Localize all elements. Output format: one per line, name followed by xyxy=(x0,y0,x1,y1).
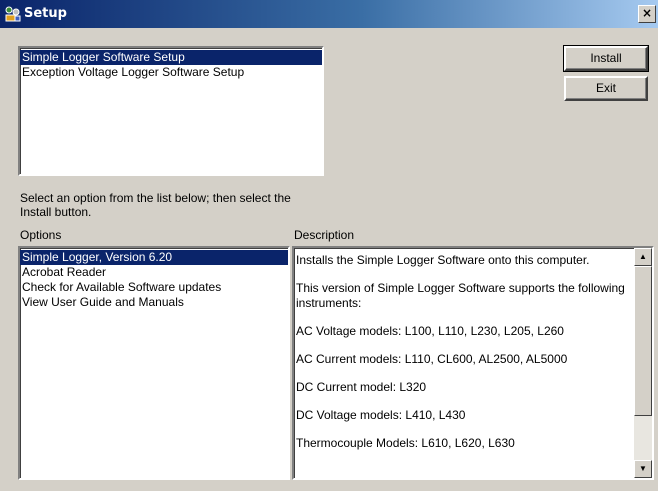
setup-list-item[interactable]: Simple Logger Software Setup xyxy=(20,50,322,65)
install-button[interactable]: Install xyxy=(563,45,649,72)
description-box[interactable]: Installs the Simple Logger Software onto… xyxy=(292,246,654,480)
options-list-item[interactable]: View User Guide and Manuals xyxy=(20,295,288,310)
title-bar[interactable]: Setup × xyxy=(0,0,658,28)
arrow-up-icon: ▲ xyxy=(639,252,647,261)
window-title: Setup xyxy=(24,6,67,21)
options-list-item[interactable]: Acrobat Reader xyxy=(20,265,288,280)
scroll-up-button[interactable]: ▲ xyxy=(634,248,652,266)
description-paragraph: AC Voltage models: L100, L110, L230, L20… xyxy=(296,324,564,338)
options-list-item[interactable]: Simple Logger, Version 6.20 xyxy=(20,250,288,265)
description-label: Description xyxy=(294,228,355,242)
options-list[interactable]: Simple Logger, Version 6.20 Acrobat Read… xyxy=(18,246,290,480)
exit-button-label: Exit xyxy=(595,81,616,95)
description-paragraph: Installs the Simple Logger Software onto… xyxy=(296,253,590,267)
description-paragraph: This version of Simple Logger Software s… xyxy=(296,281,625,310)
description-paragraph: DC Current model: L320 xyxy=(296,380,427,394)
scroll-down-button[interactable]: ▼ xyxy=(634,460,652,478)
description-paragraph: Thermocouple Models: L610, L620, L630 xyxy=(296,436,515,450)
scroll-thumb[interactable] xyxy=(634,266,652,416)
description-scrollbar[interactable]: ▲ ▼ xyxy=(634,248,652,478)
setup-app-icon xyxy=(4,5,22,23)
description-text: Installs the Simple Logger Software onto… xyxy=(296,250,628,464)
close-icon: × xyxy=(641,6,653,20)
install-button-label: Install xyxy=(590,51,622,65)
setup-list-item[interactable]: Exception Voltage Logger Software Setup xyxy=(20,65,322,80)
setup-window: Setup × Simple Logger Software Setup Exc… xyxy=(0,0,658,491)
description-paragraph: DC Voltage models: L410, L430 xyxy=(296,408,466,422)
instruction-line-2: Install button. xyxy=(20,205,92,219)
exit-button[interactable]: Exit xyxy=(564,76,648,101)
instruction-line-1: Select an option from the list below; th… xyxy=(20,191,291,205)
setup-list[interactable]: Simple Logger Software Setup Exception V… xyxy=(18,46,324,176)
arrow-down-icon: ▼ xyxy=(639,464,647,473)
close-button[interactable]: × xyxy=(638,5,656,23)
options-label: Options xyxy=(20,228,62,242)
options-list-item[interactable]: Check for Available Software updates xyxy=(20,280,288,295)
description-paragraph: AC Current models: L110, CL600, AL2500, … xyxy=(296,352,568,366)
